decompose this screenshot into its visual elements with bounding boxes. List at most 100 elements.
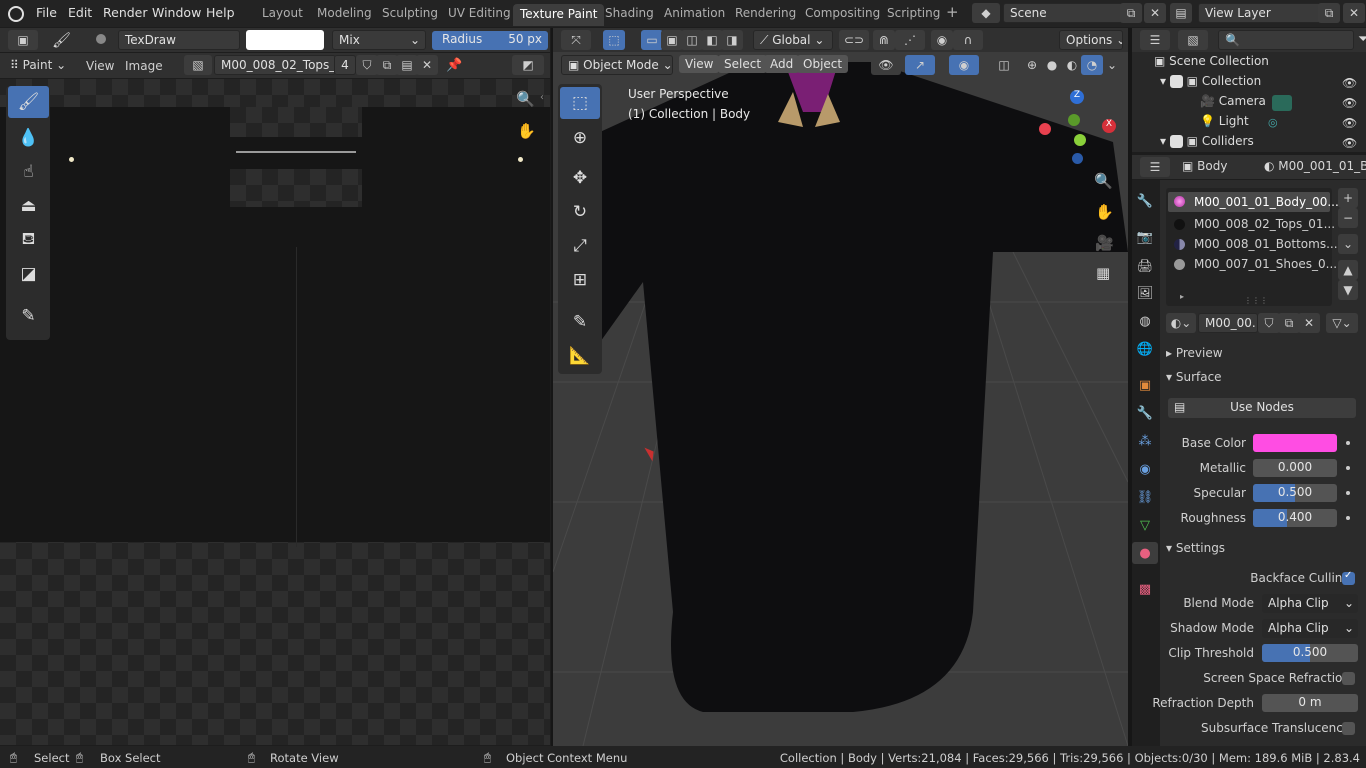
tab-animation[interactable]: Animation [664,6,725,20]
cursor-tool-icon[interactable]: ⊕ [560,122,600,154]
navigation-gizmo[interactable]: Z X [1039,90,1122,170]
colliders-checkbox[interactable] [1169,135,1183,148]
soften-icon[interactable]: 💧 [8,122,49,154]
camera-view-icon[interactable]: 🎥 [1095,234,1114,252]
image-browse-icon[interactable]: ▧ [184,55,212,75]
tab-modeling[interactable]: Modeling [317,6,372,20]
transform-pivot-icon[interactable]: ⤧ [561,30,591,50]
image-menu[interactable]: Image [125,59,163,73]
material-breadcrumb[interactable]: ◐ M00_001_01_B [1264,159,1366,173]
tab-sculpting[interactable]: Sculpting [382,6,438,20]
axis-neg-y-icon[interactable] [1074,134,1086,146]
tool-tab-icon[interactable]: 🔧 [1134,190,1156,212]
solid-shading-icon[interactable]: ● [1041,55,1063,75]
menu-edit[interactable]: Edit [68,5,92,20]
viewport-add-menu[interactable]: Add [764,55,800,73]
blender-logo-icon[interactable] [8,6,24,22]
material-name-field[interactable]: M00_00... [1198,313,1258,333]
socket-dot-icon[interactable] [1346,466,1350,470]
viewport-zoom-icon[interactable]: 🔍 [1094,172,1113,190]
tab-shading[interactable]: Shading [605,6,654,20]
visibility-eye-icon[interactable]: 👁 [1342,136,1357,150]
outliner-search-input[interactable]: 🔍 [1218,30,1354,50]
outliner-editor-type-icon[interactable]: ☰ [1140,30,1170,50]
shading-options-icon[interactable]: ⌄ [1103,55,1121,75]
display-mode-icon[interactable]: ▧ [1178,30,1208,50]
new-material-icon[interactable]: ⧉ [1278,313,1300,333]
image-view-menu[interactable]: View [86,59,114,73]
tab-rendering[interactable]: Rendering [735,6,796,20]
select-extend-icon[interactable]: ▣ [661,30,683,50]
object-tab-icon[interactable]: ▣ [1134,374,1156,396]
clip-threshold-slider[interactable]: 0.500 [1262,644,1358,662]
specular-slider[interactable]: 0.500 [1253,484,1337,502]
clone-icon[interactable]: ⏏ [8,190,49,222]
transform-tool-icon[interactable]: ⊞ [560,264,600,296]
menu-window[interactable]: Window [152,5,201,20]
scale-tool-icon[interactable]: ⤢ [560,230,600,262]
editor-type-icon[interactable]: ▣ [8,30,38,50]
axis-y-icon[interactable] [1068,114,1080,126]
fake-user-shield-icon[interactable]: ⛉ [356,55,378,75]
open-image-icon[interactable]: ▤ [396,55,418,75]
pan-hand-icon[interactable]: ✋ [517,122,536,140]
slot-specials-icon[interactable]: ⌄ [1338,234,1358,254]
brush-icon[interactable]: 🖌 [52,31,71,49]
fill-icon[interactable]: ⛾ [8,224,49,256]
link-mode-icon[interactable]: ▽⌄ [1326,313,1358,333]
visibility-icon[interactable]: 👁 [871,55,901,75]
select-invert-icon[interactable]: ◨ [721,30,743,50]
orientation-select[interactable]: ⟋ Global ⌄ [753,30,833,50]
socket-dot-icon[interactable] [1346,441,1350,445]
sss-translucency-checkbox[interactable] [1342,722,1355,735]
menu-file[interactable]: File [36,5,57,20]
view-layer-icon[interactable]: ▤ [1170,3,1192,23]
falloff-icon[interactable]: ∩ [953,30,983,50]
socket-dot-icon[interactable] [1346,516,1350,520]
fake-user-shield-icon[interactable]: ⛉ [1258,313,1280,333]
duplicate-image-icon[interactable]: ⧉ [376,55,398,75]
axis-neg-x-icon[interactable] [1039,123,1051,135]
zoom-icon[interactable]: 🔍 [516,90,535,108]
properties-editor-type-icon[interactable]: ☰ [1140,157,1170,177]
scene-selector-icon[interactable]: ◆ [972,3,1000,23]
texture-tab-icon[interactable]: ▩ [1134,578,1156,600]
tab-uv-editing[interactable]: UV Editing [448,6,511,20]
material-slot-item[interactable]: M00_007_01_Shoes_0... [1194,257,1337,271]
axis-neg-z-icon[interactable] [1072,153,1083,164]
select-subtract-icon[interactable]: ◫ [681,30,703,50]
snap-icon[interactable]: ⋒ [873,30,895,50]
move-slot-up-icon[interactable]: ▲ [1338,260,1358,280]
add-slot-icon[interactable]: + [1338,188,1358,208]
mask-icon[interactable]: ◪ [8,258,49,290]
material-tab-icon[interactable]: ● [1132,542,1158,564]
axis-z-icon[interactable]: Z [1070,90,1084,104]
viewport-object-menu[interactable]: Object [797,55,849,73]
measure-tool-icon[interactable]: 📐 [560,340,600,372]
move-slot-down-icon[interactable]: ▼ [1338,280,1358,300]
draw-brush-icon[interactable]: 🖌 [8,86,49,118]
tab-compositing[interactable]: Compositing [805,6,880,20]
brush-name-field[interactable]: TexDraw [118,30,240,50]
particles-tab-icon[interactable]: ⁂ [1134,430,1156,452]
menu-help[interactable]: Help [206,5,235,20]
object-mode-select[interactable]: ▣ Object Mode ⌄ [561,55,673,75]
constraints-tab-icon[interactable]: ⛓ [1134,486,1156,508]
remove-slot-icon[interactable]: − [1338,208,1358,228]
camera-data-icon[interactable] [1272,95,1292,111]
tab-scripting[interactable]: Scripting [887,6,940,20]
material-slot-item[interactable]: M00_008_01_Bottoms... [1194,237,1338,251]
visibility-eye-icon[interactable]: 👁 [1342,76,1357,90]
options-menu[interactable]: Options ⌄ [1059,30,1123,50]
object-breadcrumb[interactable]: ▣ Body [1182,159,1227,173]
visibility-eye-icon[interactable]: 👁 [1342,116,1357,130]
resize-grip-icon[interactable]: ⋮⋮⋮ [1244,296,1268,305]
image-users-count[interactable]: 4 [334,55,356,75]
select-box-tool-icon[interactable]: ⬚ [560,87,600,119]
world-tab-icon[interactable]: 🌐 [1134,338,1156,360]
visibility-eye-icon[interactable]: 👁 [1342,96,1357,110]
blend-mode-select[interactable]: Mix ⌄ [332,30,426,50]
pivot-point-icon[interactable]: ⊂⊃ [839,30,869,50]
outliner-row-collection[interactable]: ▾ ▣ Collection [1160,74,1366,94]
outliner-row-colliders[interactable]: ▾ ▣ Colliders [1160,134,1366,154]
